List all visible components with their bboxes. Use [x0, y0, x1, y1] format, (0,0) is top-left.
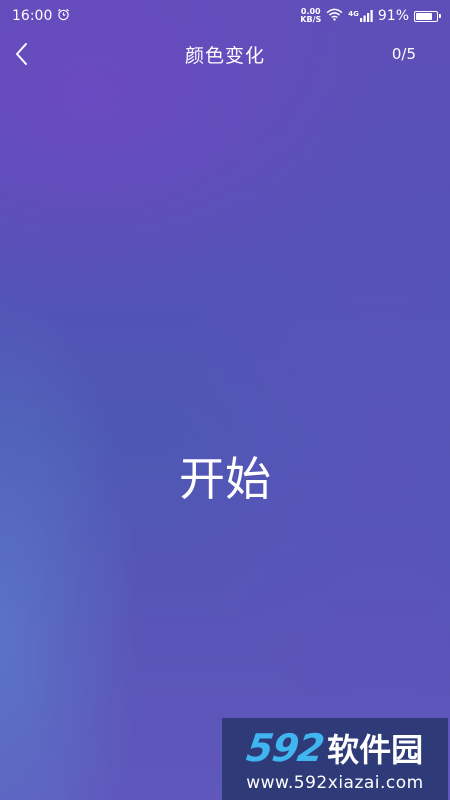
status-time: 16:00: [12, 8, 53, 24]
page-title: 颜色变化: [184, 44, 265, 67]
back-button[interactable]: [6, 38, 38, 70]
watermark-url: www.592xiazai.com: [246, 773, 424, 793]
net-speed: 0.00 KB/S: [300, 8, 321, 24]
watermark-brand-text: 软件园: [327, 731, 424, 769]
battery-icon: [414, 10, 441, 22]
header: 颜色变化 0/5: [0, 34, 450, 74]
battery-percent: 91%: [377, 8, 409, 24]
watermark-brand-number: 592: [243, 726, 327, 770]
status-bar: 16:00 0.00 KB/S 4G 91%: [0, 0, 450, 32]
back-chevron-icon: [16, 43, 27, 65]
status-left: 16:00: [12, 8, 70, 25]
start-button[interactable]: 开始: [125, 436, 325, 516]
alarm-icon: [57, 8, 70, 25]
progress-counter: 0/5: [391, 45, 416, 63]
net-speed-unit: KB/S: [300, 15, 322, 24]
watermark-logo: 592 软件园 www.592xiazai.com: [222, 718, 448, 800]
screen: 16:00 0.00 KB/S 4G 91% 颜色变化 0/5 开始 592 软…: [0, 0, 450, 800]
signal-icon: 4G: [348, 10, 373, 22]
watermark-brand: 592 软件园: [243, 725, 424, 771]
wifi-icon: [326, 8, 343, 25]
network-type: 4G: [348, 10, 359, 18]
battery-fill: [416, 12, 432, 20]
status-right: 0.00 KB/S 4G 91%: [300, 8, 441, 25]
